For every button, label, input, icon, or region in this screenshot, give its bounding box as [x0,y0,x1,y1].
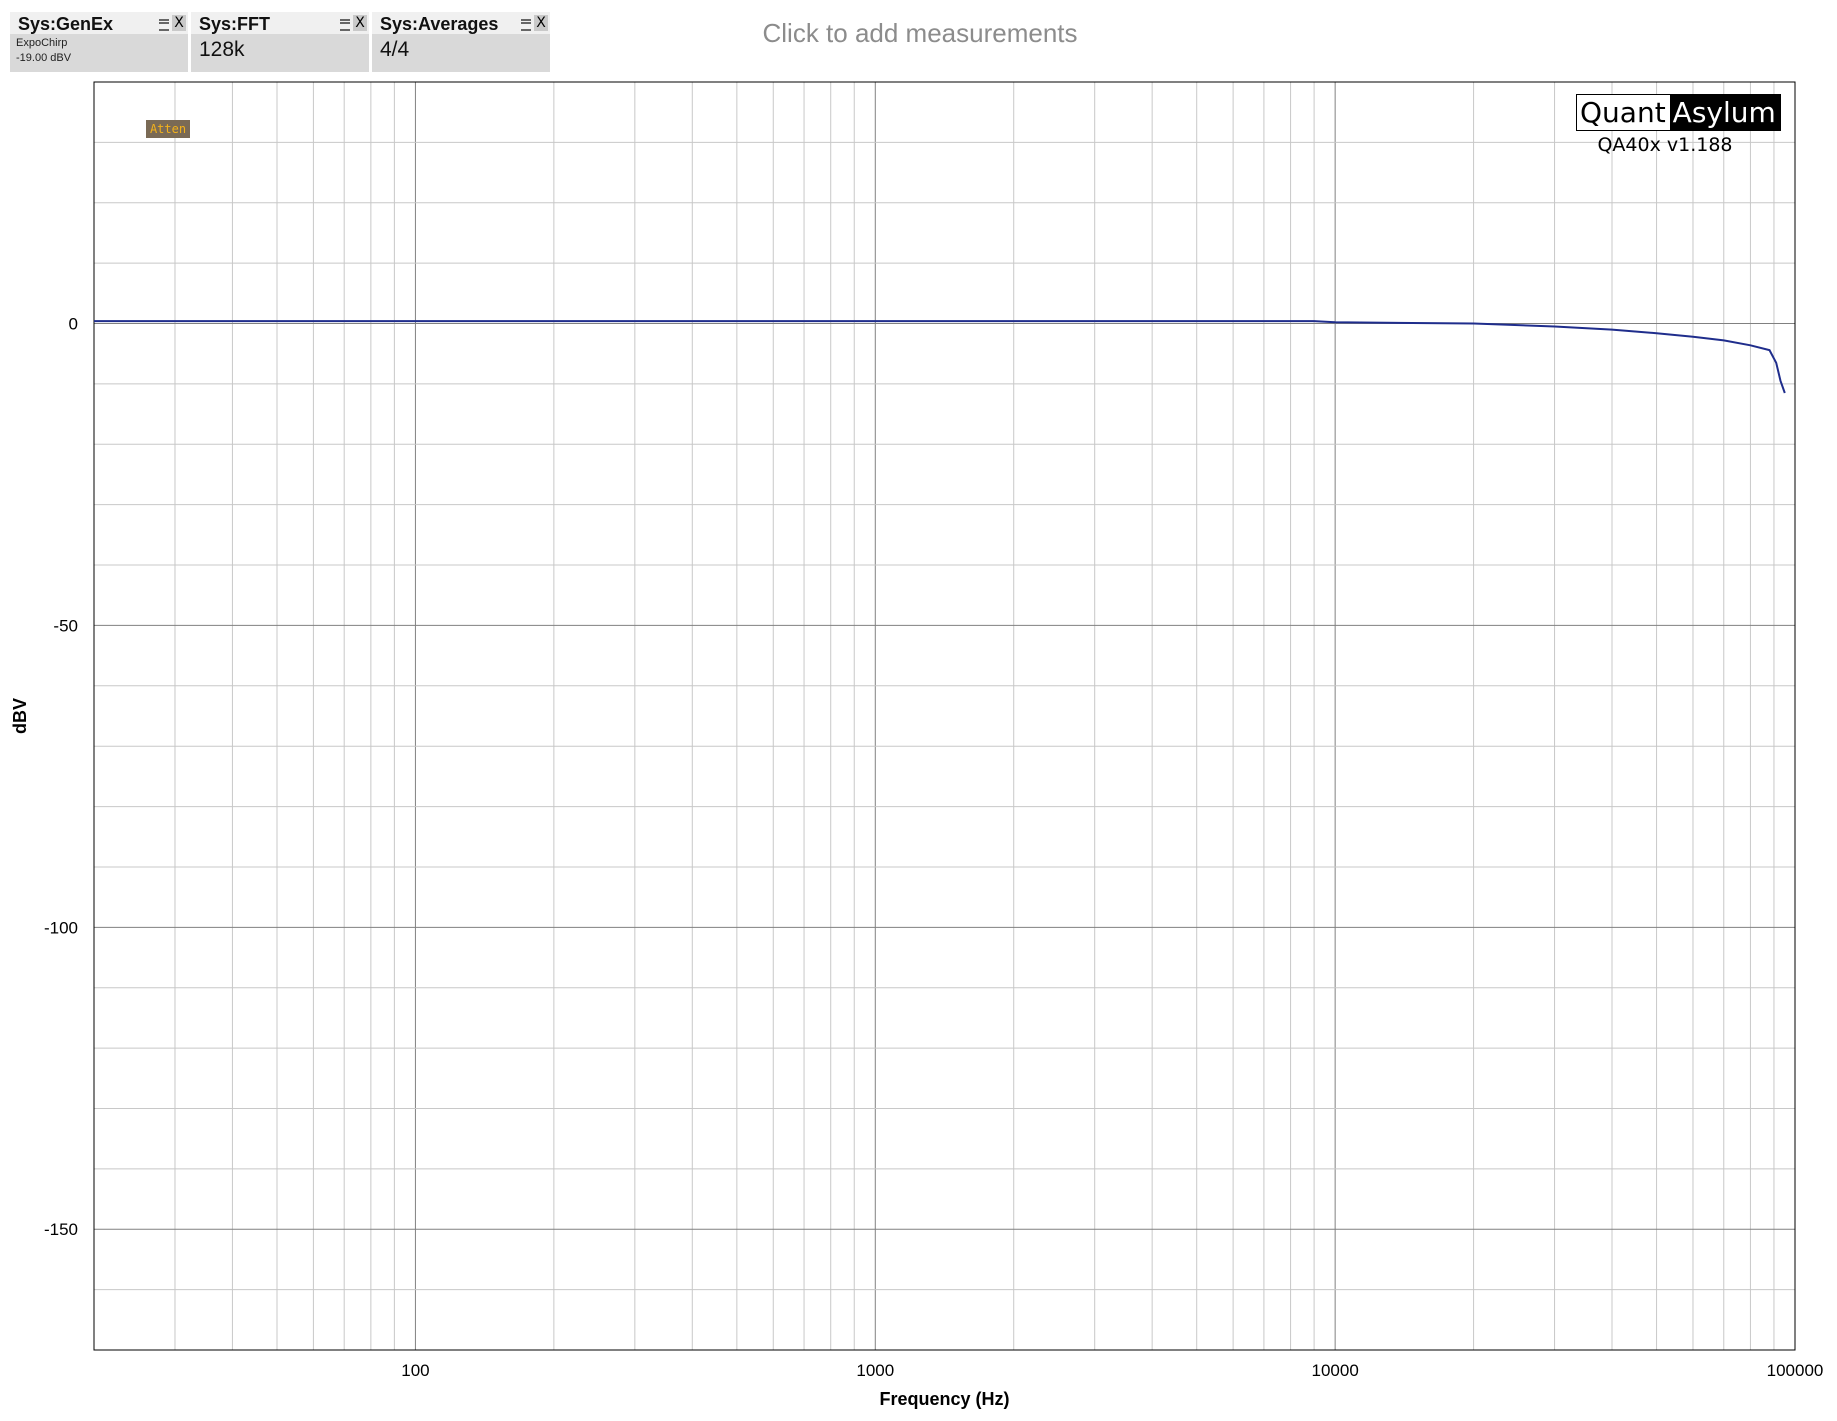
grid-lines [94,82,1795,1350]
atten-badge: Atten [146,120,190,138]
x-tick-label: 10000 [1312,1361,1359,1380]
series-line [94,320,1786,394]
logo-text-asylum: Asylum [1669,95,1780,130]
frequency-response-chart[interactable]: 100 1000 10000 100000 0 -50 -100 -150 Frequency… [0,0,1837,1421]
y-tick-label: -150 [44,1220,78,1239]
x-tick-label: 100000 [1767,1361,1824,1380]
y-tick-label: 0 [69,315,78,334]
x-tick-label: 1000 [856,1361,894,1380]
logo-text-quant: Quant [1577,95,1670,130]
software-version: QA40x v1.188 [1597,134,1733,156]
plot-frame [93,81,1796,1351]
y-tick-label: -100 [44,918,78,937]
x-tick-label: 100 [401,1361,429,1380]
x-axis-label: Frequency (Hz) [879,1389,1009,1409]
tick-labels: 100 1000 10000 100000 0 -50 -100 -150 [44,315,1823,1380]
quantasylum-logo: Quant Asylum [1576,94,1781,131]
y-axis-label: dBV [10,698,30,734]
y-tick-label: -50 [53,616,78,635]
